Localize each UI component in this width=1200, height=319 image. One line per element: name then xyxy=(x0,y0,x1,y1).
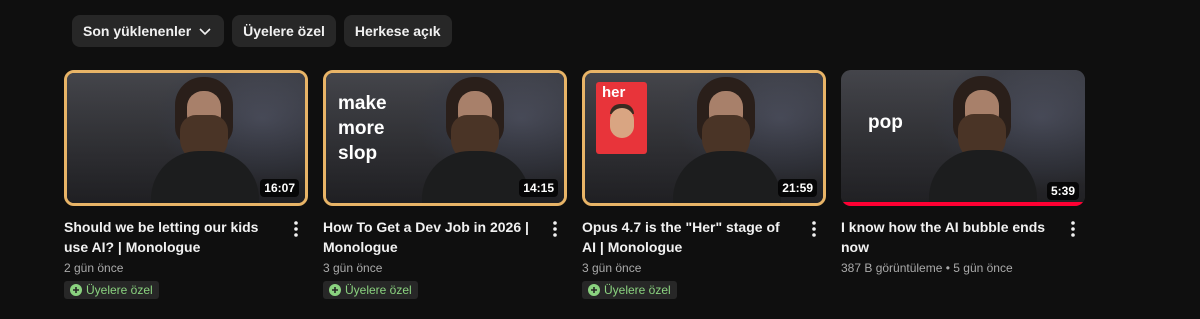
more-vert-icon xyxy=(812,221,816,237)
video-duration: 21:59 xyxy=(778,179,817,197)
video-title[interactable]: I know how the AI bubble ends now xyxy=(841,217,1055,257)
video-thumbnail[interactable]: pop 5:39 xyxy=(841,70,1085,206)
video-duration: 14:15 xyxy=(519,179,558,197)
more-options-button[interactable] xyxy=(1061,217,1085,241)
chevron-down-icon xyxy=(199,28,211,36)
badge-label: Üyelere özel xyxy=(604,283,671,297)
video-card[interactable]: pop 5:39 I know how the AI bubble ends n… xyxy=(841,70,1085,277)
more-options-button[interactable] xyxy=(284,217,308,241)
badge-label: Üyelere özel xyxy=(345,283,412,297)
video-thumbnail[interactable]: her 21:59 xyxy=(582,70,826,206)
plus-circle-icon xyxy=(329,284,341,296)
video-title[interactable]: Should we be letting our kids use AI? | … xyxy=(64,217,278,257)
filter-public-label: Herkese açık xyxy=(354,23,441,39)
video-title[interactable]: How To Get a Dev Job in 2026 | Monologue xyxy=(323,217,537,257)
video-duration: 5:39 xyxy=(1046,182,1079,200)
video-thumbnail[interactable]: make more slop 14:15 xyxy=(323,70,567,206)
sort-label: Son yüklenenler xyxy=(83,23,192,39)
video-date: 3 gün önce xyxy=(323,261,383,275)
video-thumbnail[interactable]: 16:07 xyxy=(64,70,308,206)
video-meta: Should we be letting our kids use AI? | … xyxy=(64,217,308,301)
thumbnail-overlay-text: pop xyxy=(868,112,903,133)
members-only-badge: Üyelere özel xyxy=(323,281,418,299)
filter-public[interactable]: Herkese açık xyxy=(343,15,452,47)
video-card[interactable]: 16:07 Should we be letting our kids use … xyxy=(64,70,308,301)
filter-members-only[interactable]: Üyelere özel xyxy=(232,15,336,47)
more-vert-icon xyxy=(294,221,298,237)
video-meta: How To Get a Dev Job in 2026 | Monologue… xyxy=(323,217,567,301)
filter-chips: Son yüklenenler Üyelere özel Herkese açı… xyxy=(72,15,452,47)
video-card[interactable]: her 21:59 Opus 4.7 is the "Her" stage of… xyxy=(582,70,826,301)
her-poster-image: her xyxy=(596,82,647,154)
watch-progress-bar xyxy=(841,202,1085,206)
video-duration: 16:07 xyxy=(260,179,299,197)
plus-circle-icon xyxy=(588,284,600,296)
more-vert-icon xyxy=(553,221,557,237)
video-meta: I know how the AI bubble ends now 387 B … xyxy=(841,217,1085,277)
plus-circle-icon xyxy=(70,284,82,296)
members-only-badge: Üyelere özel xyxy=(64,281,159,299)
video-date: 3 gün önce xyxy=(582,261,642,275)
more-vert-icon xyxy=(1071,221,1075,237)
more-options-button[interactable] xyxy=(802,217,826,241)
video-views-date: 387 B görüntüleme • 5 gün önce xyxy=(841,261,1013,275)
more-options-button[interactable] xyxy=(543,217,567,241)
filter-members-label: Üyelere özel xyxy=(243,23,325,39)
video-date: 2 gün önce xyxy=(64,261,124,275)
video-card[interactable]: make more slop 14:15 How To Get a Dev Jo… xyxy=(323,70,567,301)
members-only-badge: Üyelere özel xyxy=(582,281,677,299)
badge-label: Üyelere özel xyxy=(86,283,153,297)
thumbnail-overlay-text: make more slop xyxy=(338,93,387,164)
video-title[interactable]: Opus 4.7 is the "Her" stage of AI | Mono… xyxy=(582,217,796,257)
video-meta: Opus 4.7 is the "Her" stage of AI | Mono… xyxy=(582,217,826,301)
poster-text: her xyxy=(602,84,626,101)
sort-dropdown[interactable]: Son yüklenenler xyxy=(72,15,225,47)
